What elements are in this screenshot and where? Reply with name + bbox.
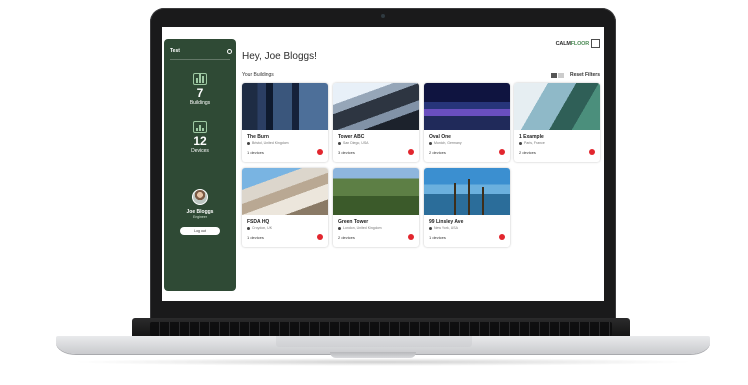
- page-title: Hey, Joe Bloggs!: [242, 51, 317, 62]
- device-count: 1 devices: [429, 235, 446, 240]
- building-name: 1 Example: [519, 134, 544, 140]
- location-text: New York, USA: [434, 226, 458, 230]
- device-icon: [193, 121, 207, 133]
- building-photo: [242, 168, 328, 215]
- alert-dot-icon: [317, 234, 323, 240]
- device-count: 1 devices: [247, 150, 264, 155]
- pin-icon: [429, 226, 432, 230]
- buildings-stat[interactable]: 7 Buildings: [164, 73, 236, 106]
- pin-icon: [429, 141, 432, 145]
- building-location: Croydon, UK: [247, 226, 272, 230]
- sidebar: Test 7 Buildings 12 Devices Joe Bloggs E…: [164, 39, 236, 291]
- logo-wordmark: CALMFLOOR: [555, 40, 590, 47]
- sidebar-title: Test: [170, 48, 180, 54]
- building-name: The Burn: [247, 134, 269, 140]
- logo-bold: CALM: [555, 40, 571, 47]
- building-photo: [424, 83, 510, 130]
- location-text: London, United Kingdom: [343, 226, 382, 230]
- grid-view-icon[interactable]: [551, 73, 565, 78]
- building-photo: [514, 83, 600, 130]
- building-location: San Diego, USA: [338, 141, 369, 145]
- alert-dot-icon: [589, 149, 595, 155]
- buildings-label: Buildings: [189, 100, 211, 106]
- laptop-touchpad: [276, 336, 472, 347]
- devices-label: Devices: [191, 148, 209, 154]
- sidebar-divider: [170, 59, 230, 60]
- building-name: 99 Linsley Ave: [429, 219, 464, 225]
- avatar: [192, 189, 208, 205]
- location-text: Croydon, UK: [252, 226, 273, 230]
- logout-button[interactable]: Log out: [180, 227, 220, 235]
- brand-logo: CALMFLOOR: [556, 39, 600, 48]
- location-text: Paris, France: [524, 141, 545, 145]
- building-name: FSDA HQ: [247, 219, 270, 225]
- section-title: Your Buildings: [242, 72, 274, 78]
- building-location: Munich, Germany: [429, 141, 462, 145]
- device-count: 1 devices: [247, 235, 264, 240]
- webcam: [381, 14, 385, 18]
- building-photo: [242, 83, 328, 130]
- alert-dot-icon: [408, 234, 414, 240]
- building-card[interactable]: The Burn Bristol, United Kingdom 1 devic…: [242, 83, 328, 162]
- laptop-mockup: Test 7 Buildings 12 Devices Joe Bloggs E…: [0, 0, 748, 385]
- building-photo: [333, 83, 419, 130]
- pin-icon: [338, 226, 341, 230]
- location-text: Bristol, United Kingdom: [252, 141, 289, 145]
- building-card[interactable]: Oval One Munich, Germany 2 devices: [424, 83, 510, 162]
- building-location: Paris, France: [519, 141, 545, 145]
- location-text: San Diego, USA: [343, 141, 369, 145]
- building-card[interactable]: Tower ABC San Diego, USA 3 devices: [333, 83, 419, 162]
- building-location: Bristol, United Kingdom: [247, 141, 289, 145]
- device-count: 2 devices: [519, 150, 536, 155]
- alert-dot-icon: [408, 149, 414, 155]
- buildings-count: 7: [196, 86, 204, 100]
- alert-dot-icon: [317, 149, 323, 155]
- building-card[interactable]: 99 Linsley Ave New York, USA 1 devices: [424, 168, 510, 247]
- laptop-shadow: [70, 358, 696, 366]
- logo-mark-icon: [591, 39, 600, 48]
- app-screen: Test 7 Buildings 12 Devices Joe Bloggs E…: [162, 27, 604, 301]
- building-photo: [333, 168, 419, 215]
- sidebar-header: Test: [170, 47, 232, 55]
- pin-icon: [338, 141, 341, 145]
- logo-light: FLOOR: [570, 40, 589, 47]
- building-name: Tower ABC: [338, 134, 365, 140]
- building-card[interactable]: 1 Example Paris, France 2 devices: [514, 83, 600, 162]
- building-location: New York, USA: [429, 226, 458, 230]
- building-card[interactable]: FSDA HQ Croydon, UK 1 devices: [242, 168, 328, 247]
- device-count: 2 devices: [429, 150, 446, 155]
- device-count: 2 devices: [338, 235, 355, 240]
- pin-icon: [519, 141, 522, 145]
- gear-icon[interactable]: [227, 48, 232, 54]
- device-count: 3 devices: [338, 150, 355, 155]
- devices-stat[interactable]: 12 Devices: [164, 121, 236, 154]
- user-role: Engineer: [192, 215, 207, 219]
- building-location: London, United Kingdom: [338, 226, 382, 230]
- alert-dot-icon: [499, 234, 505, 240]
- building-card[interactable]: Green Tower London, United Kingdom 2 dev…: [333, 168, 419, 247]
- alert-dot-icon: [499, 149, 505, 155]
- building-name: Green Tower: [338, 219, 369, 225]
- pin-icon: [247, 141, 250, 145]
- devices-count: 12: [193, 134, 207, 148]
- reset-filters-button[interactable]: Reset Filters: [570, 72, 600, 78]
- building-name: Oval One: [429, 134, 451, 140]
- pin-icon: [247, 226, 250, 230]
- building-photo: [424, 168, 510, 215]
- buildings-icon: [193, 73, 207, 85]
- location-text: Munich, Germany: [434, 141, 462, 145]
- laptop-keyboard: [150, 322, 612, 336]
